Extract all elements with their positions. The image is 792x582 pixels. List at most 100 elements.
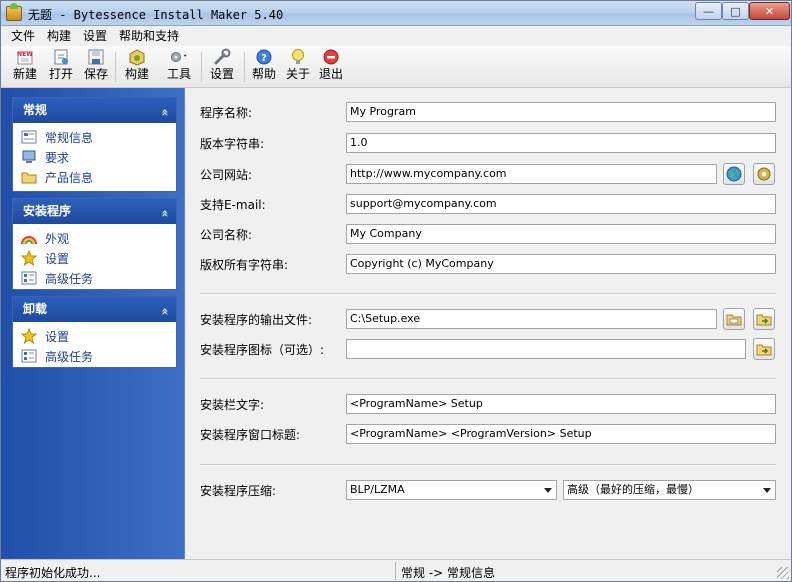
group-header-installer[interactable]: 安装程序 »: [13, 199, 176, 224]
divider: [200, 378, 776, 380]
new-button[interactable]: NEW 新建: [13, 48, 37, 86]
group-title: 常规: [23, 103, 48, 117]
toolbar: NEW 新建 打开 保存 构建 工具 设置 ? 帮助 关于 退出: [1, 46, 791, 88]
dropdown-arrow-icon: [544, 488, 552, 493]
sidebar-item-uninstall-advanced-tasks[interactable]: 高级任务: [21, 346, 176, 366]
sidebar-item-installer-settings[interactable]: 设置: [20, 248, 176, 268]
settings-button[interactable]: 设置: [210, 48, 234, 86]
gear-icon: [757, 167, 771, 181]
website-label: 公司网站:: [200, 168, 253, 182]
install-bar-text-label: 安装栏文字:: [200, 398, 265, 412]
website-options-button[interactable]: [753, 163, 775, 185]
folder-arrow-icon: [756, 344, 772, 356]
help-icon: ?: [254, 48, 274, 66]
sidebar-item-general-info[interactable]: 常规信息: [21, 127, 176, 147]
star-icon: [20, 249, 38, 267]
toolbar-separator: [115, 52, 116, 82]
save-button[interactable]: 保存: [84, 48, 108, 86]
email-input[interactable]: support@mycompany.com: [346, 194, 776, 214]
window-title-label: 安装程序窗口标题:: [200, 428, 301, 442]
computer-icon: [21, 149, 37, 165]
about-button[interactable]: 关于: [286, 48, 310, 86]
maximize-button[interactable]: □: [722, 2, 749, 20]
compression-method-select[interactable]: BLP/LZMA: [346, 480, 557, 500]
help-label: 帮助: [252, 67, 277, 81]
general-info-form: 程序名称: My Program 版本字符串: 1.0 公司网站: http:/…: [187, 88, 791, 559]
sidebar-item-label: 高级任务: [45, 271, 94, 286]
tools-label: 工具: [167, 67, 192, 81]
group-uninstall: 卸载 » 设置 高级任务: [12, 296, 177, 368]
output-file-label: 安装程序的输出文件:: [200, 313, 313, 327]
version-input[interactable]: 1.0: [346, 133, 776, 153]
sidebar-item-requirements[interactable]: 要求: [21, 147, 176, 167]
sidebar-item-label: 设置: [45, 329, 70, 344]
menu-bar: 文件 构建 设置 帮助和支持: [1, 26, 791, 46]
collapse-chevron-icon[interactable]: »: [153, 109, 178, 117]
sidebar-item-product-info[interactable]: 产品信息: [21, 167, 176, 187]
collapse-chevron-icon[interactable]: »: [153, 210, 178, 218]
tools-button[interactable]: 工具: [167, 48, 191, 86]
new-icon: NEW: [15, 48, 35, 66]
website-input[interactable]: http://www.mycompany.com: [346, 164, 717, 184]
toolbar-separator: [201, 52, 202, 82]
menu-build[interactable]: 构建: [41, 27, 77, 45]
installer-icon-input[interactable]: [346, 339, 746, 359]
status-separator: [395, 562, 396, 580]
version-label: 版本字符串:: [200, 137, 265, 151]
task-grid-icon: [21, 270, 37, 286]
menu-help[interactable]: 帮助和支持: [113, 27, 185, 45]
rainbow-icon: [21, 230, 37, 246]
collapse-chevron-icon[interactable]: »: [153, 308, 178, 316]
globe-icon: [726, 166, 742, 182]
build-button[interactable]: 构建: [125, 48, 149, 86]
company-input[interactable]: My Company: [346, 224, 776, 244]
status-location: 常规 -> 常规信息: [401, 566, 496, 580]
group-title: 卸载: [23, 302, 48, 316]
group-general: 常规 » 常规信息 要求 产品信息: [12, 97, 177, 192]
open-website-button[interactable]: [723, 163, 745, 185]
copyright-input[interactable]: Copyright (c) MyCompany: [346, 254, 776, 274]
browse-icon-button[interactable]: [753, 338, 775, 360]
browse-output-button[interactable]: [723, 308, 745, 330]
sidebar-item-label: 设置: [45, 251, 70, 266]
open-label: 打开: [49, 67, 74, 81]
save-icon: [86, 48, 106, 66]
group-installer: 安装程序 » 外观 设置 高级任务: [12, 198, 177, 290]
menu-settings[interactable]: 设置: [77, 27, 113, 45]
form-list-icon: [21, 129, 37, 145]
navigation-pane: 常规 » 常规信息 要求 产品信息 安装程序 » 外观 设置 高级任务 卸载 »…: [1, 88, 185, 559]
window-title-input[interactable]: <ProgramName> <ProgramVersion> Setup: [346, 424, 776, 444]
divider: [200, 293, 776, 295]
save-label: 保存: [84, 67, 109, 81]
menu-file[interactable]: 文件: [5, 27, 41, 45]
go-output-button[interactable]: [753, 308, 775, 330]
help-button[interactable]: ? 帮助: [252, 48, 276, 86]
program-name-label: 程序名称:: [200, 106, 253, 120]
resize-grip-icon[interactable]: [777, 567, 789, 579]
build-label: 构建: [125, 67, 150, 81]
install-bar-text-input[interactable]: <ProgramName> Setup: [346, 394, 776, 414]
minimize-button[interactable]: —: [695, 2, 722, 20]
group-header-uninstall[interactable]: 卸载 »: [13, 297, 176, 322]
title-bar[interactable]: 无题 - Bytessence Install Maker 5.40 — □ ✕: [1, 1, 791, 26]
copyright-label: 版权所有字符串:: [200, 258, 289, 272]
sidebar-item-label: 产品信息: [45, 170, 94, 185]
close-button[interactable]: ✕: [749, 2, 790, 20]
compression-level-select[interactable]: 高级（最好的压缩，最慢）: [563, 480, 776, 500]
exit-button[interactable]: 退出: [319, 48, 343, 86]
open-button[interactable]: 打开: [49, 48, 73, 86]
app-box-icon: [6, 3, 22, 21]
sidebar-item-uninstall-settings[interactable]: 设置: [20, 326, 176, 346]
sidebar-item-appearance[interactable]: 外观: [21, 228, 176, 248]
lightbulb-icon: [288, 48, 308, 66]
sidebar-item-installer-advanced-tasks[interactable]: 高级任务: [21, 268, 176, 288]
folder-arrow-icon: [756, 314, 772, 326]
toolbar-separator: [244, 52, 245, 82]
sidebar-item-label: 高级任务: [45, 349, 94, 364]
group-header-general[interactable]: 常规 »: [13, 98, 176, 123]
task-grid-icon: [21, 348, 37, 364]
program-name-input[interactable]: My Program: [346, 102, 776, 122]
sidebar-item-label: 外观: [45, 231, 70, 246]
output-file-input[interactable]: C:\Setup.exe: [346, 309, 717, 329]
compression-label: 安装程序压缩:: [200, 484, 277, 498]
